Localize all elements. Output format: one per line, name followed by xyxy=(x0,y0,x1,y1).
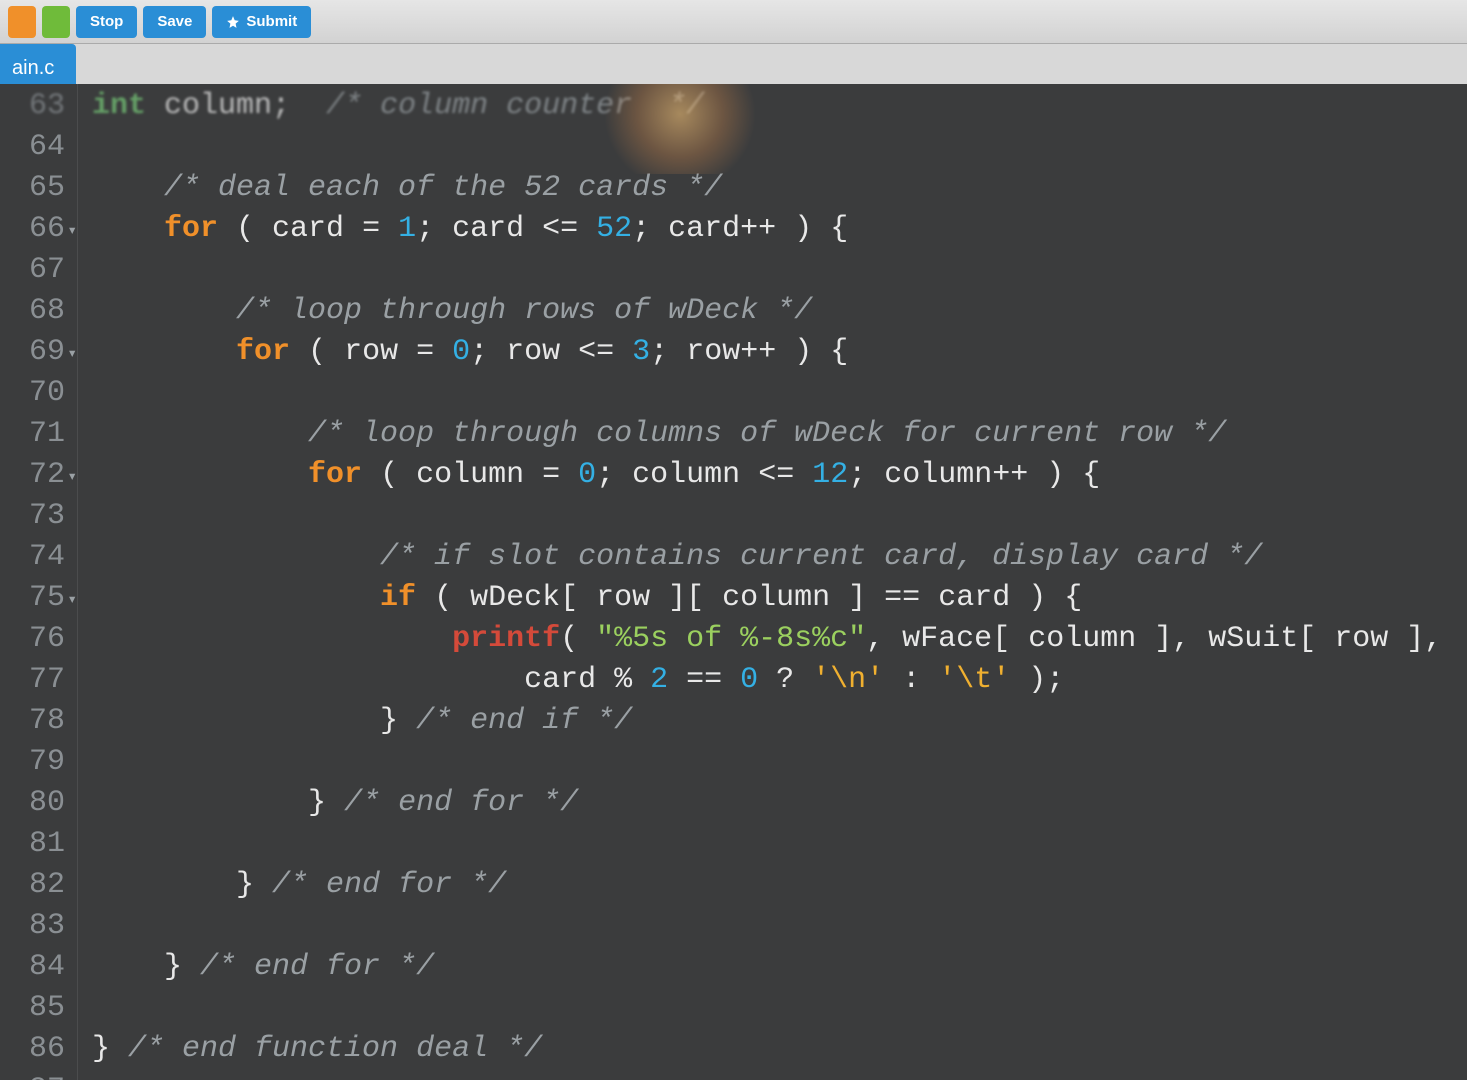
line-number: 77 xyxy=(0,660,65,701)
line-number: 68 xyxy=(0,291,65,332)
code-line xyxy=(92,906,1467,947)
code-line: for ( column = 0; column <= 12; column++… xyxy=(92,455,1467,496)
code-line: } /* end for */ xyxy=(92,865,1467,906)
code-line: } /* end function deal */ xyxy=(92,1029,1467,1070)
code-line xyxy=(92,496,1467,537)
line-number: 87 xyxy=(0,1070,65,1080)
code-line: } /* end for */ xyxy=(92,947,1467,988)
save-button[interactable]: Save xyxy=(143,6,206,38)
line-number: 83 xyxy=(0,906,65,947)
line-number: 82 xyxy=(0,865,65,906)
code-line: /* deal each of the 52 cards */ xyxy=(92,168,1467,209)
line-number: 69 xyxy=(0,332,65,373)
code-line xyxy=(92,250,1467,291)
line-number: 78 xyxy=(0,701,65,742)
line-number: 84 xyxy=(0,947,65,988)
code-line: /* if slot contains current card, displa… xyxy=(92,537,1467,578)
line-number: 72 xyxy=(0,455,65,496)
tab-main-c[interactable]: ain.c xyxy=(0,44,76,84)
line-number: 63 xyxy=(0,86,65,127)
line-number: 75 xyxy=(0,578,65,619)
code-line xyxy=(92,127,1467,168)
line-number: 73 xyxy=(0,496,65,537)
line-number-gutter[interactable]: 6364656667686970717273747576777879808182… xyxy=(0,84,78,1080)
line-number: 79 xyxy=(0,742,65,783)
tab-filename: ain.c xyxy=(12,57,54,80)
code-line: /* loop through rows of wDeck */ xyxy=(92,291,1467,332)
code-line: } /* end for */ xyxy=(92,783,1467,824)
toolbar-button-green[interactable] xyxy=(42,6,70,38)
code-area[interactable]: int column; /* column counter */ /* deal… xyxy=(78,84,1467,1080)
code-line: } /* end if */ xyxy=(92,701,1467,742)
code-line: card % 2 == 0 ? '\n' : '\t' ); xyxy=(92,660,1467,701)
line-number: 85 xyxy=(0,988,65,1029)
line-number: 81 xyxy=(0,824,65,865)
line-number: 66 xyxy=(0,209,65,250)
code-line: for ( row = 0; row <= 3; row++ ) { xyxy=(92,332,1467,373)
line-number: 86 xyxy=(0,1029,65,1070)
editor: 6364656667686970717273747576777879808182… xyxy=(0,84,1467,1080)
line-number: 70 xyxy=(0,373,65,414)
code-line xyxy=(92,742,1467,783)
toolbar: Stop Save Submit xyxy=(0,0,1467,44)
line-number: 71 xyxy=(0,414,65,455)
submit-button[interactable]: Submit xyxy=(212,6,311,38)
code-line: for ( card = 1; card <= 52; card++ ) { xyxy=(92,209,1467,250)
submit-button-label: Submit xyxy=(246,13,297,30)
code-line: if ( wDeck[ row ][ column ] == card ) { xyxy=(92,578,1467,619)
line-number: 65 xyxy=(0,168,65,209)
code-line: int column; /* column counter */ xyxy=(92,86,1467,127)
code-line xyxy=(92,824,1467,865)
line-number: 67 xyxy=(0,250,65,291)
code-line: printf( "%5s of %-8s%c", wFace[ column ]… xyxy=(92,619,1467,660)
stop-button-label: Stop xyxy=(90,13,123,30)
line-number: 64 xyxy=(0,127,65,168)
code-line: /* loop through columns of wDeck for cur… xyxy=(92,414,1467,455)
code-line xyxy=(92,1070,1467,1080)
star-icon xyxy=(226,15,240,29)
line-number: 74 xyxy=(0,537,65,578)
tab-bar: ain.c xyxy=(0,44,1467,84)
line-number: 80 xyxy=(0,783,65,824)
save-button-label: Save xyxy=(157,13,192,30)
code-line xyxy=(92,988,1467,1029)
line-number: 76 xyxy=(0,619,65,660)
stop-button[interactable]: Stop xyxy=(76,6,137,38)
code-line xyxy=(92,373,1467,414)
toolbar-button-orange[interactable] xyxy=(8,6,36,38)
